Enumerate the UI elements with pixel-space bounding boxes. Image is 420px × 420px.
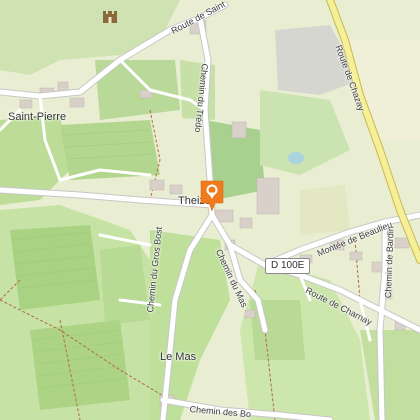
place-label-le-mas: Le Mas xyxy=(160,351,197,363)
place-label-saint-pierre: Saint-Pierre xyxy=(8,111,67,123)
map-view[interactable]: Saint-Pierre Le Mas Theizé Route de Sain… xyxy=(0,0,420,420)
castle-icon[interactable] xyxy=(100,6,120,24)
road-ref-shield: D 100E xyxy=(265,258,311,274)
map-pin-icon[interactable] xyxy=(198,178,226,214)
